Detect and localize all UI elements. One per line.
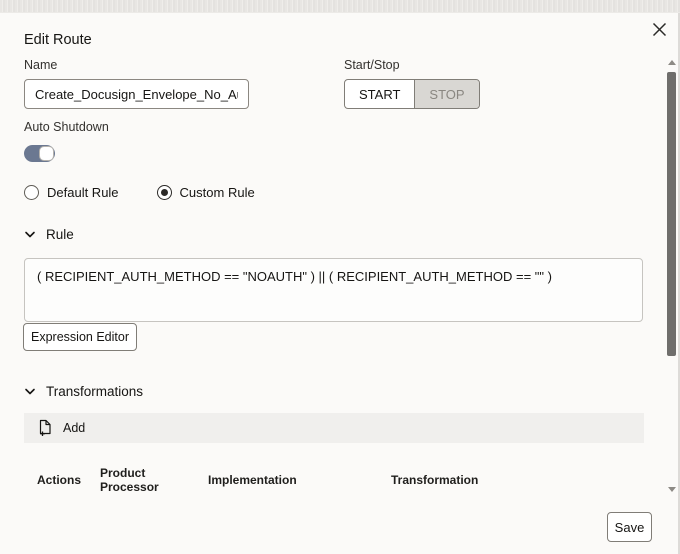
start-stop-label: Start/Stop	[344, 58, 400, 72]
transformations-table-header: Actions Product Processor Implementation…	[0, 466, 644, 496]
transformations-section-title: Transformations	[46, 384, 143, 399]
add-button-label: Add	[63, 421, 85, 435]
add-transformation-button[interactable]: Add	[36, 419, 85, 437]
expression-editor-button[interactable]: Expression Editor	[23, 323, 137, 351]
transformations-section-header[interactable]: Transformations	[24, 384, 143, 399]
column-header-product-processor: Product Processor	[100, 467, 162, 495]
start-button[interactable]: START	[345, 80, 415, 108]
route-name-input[interactable]	[24, 79, 249, 109]
scrollbar[interactable]	[667, 60, 677, 498]
radio-default-rule-label: Default Rule	[47, 185, 119, 200]
radio-custom-rule[interactable]: Custom Rule	[157, 185, 255, 200]
stop-button[interactable]: STOP	[415, 80, 478, 108]
page-background-strip	[0, 0, 680, 13]
close-icon	[652, 22, 667, 37]
column-header-actions: Actions	[37, 474, 81, 488]
auto-shutdown-toggle[interactable]	[24, 145, 55, 162]
rule-section-header[interactable]: Rule	[24, 227, 74, 242]
column-header-transformation: Transformation	[391, 474, 478, 488]
dialog-title: Edit Route	[24, 32, 92, 48]
close-button[interactable]	[648, 18, 670, 40]
radio-custom-rule-label: Custom Rule	[180, 185, 255, 200]
scroll-down-icon[interactable]	[668, 487, 676, 492]
scroll-up-icon[interactable]	[668, 60, 676, 65]
scrollbar-thumb[interactable]	[667, 72, 676, 356]
transformations-toolbar: Add	[24, 413, 644, 443]
rule-section-title: Rule	[46, 227, 74, 242]
start-stop-buttonset: START STOP	[344, 79, 480, 109]
rule-expression-box[interactable]: ( RECIPIENT_AUTH_METHOD == "NOAUTH" ) ||…	[24, 258, 643, 322]
column-header-implementation: Implementation	[208, 474, 297, 488]
name-label: Name	[24, 58, 57, 72]
radio-selected-icon	[157, 185, 172, 200]
chevron-down-icon	[24, 229, 36, 241]
auto-shutdown-label: Auto Shutdown	[24, 120, 109, 134]
rule-type-radio-group: Default Rule Custom Rule	[24, 185, 255, 200]
edit-route-dialog: Edit Route Name Start/Stop START STOP Au…	[0, 0, 680, 554]
chevron-down-icon	[24, 386, 36, 398]
toggle-knob	[39, 146, 54, 161]
save-button[interactable]: Save	[607, 512, 652, 542]
radio-default-rule[interactable]: Default Rule	[24, 185, 119, 200]
add-document-icon	[36, 419, 53, 437]
radio-unselected-icon	[24, 185, 39, 200]
